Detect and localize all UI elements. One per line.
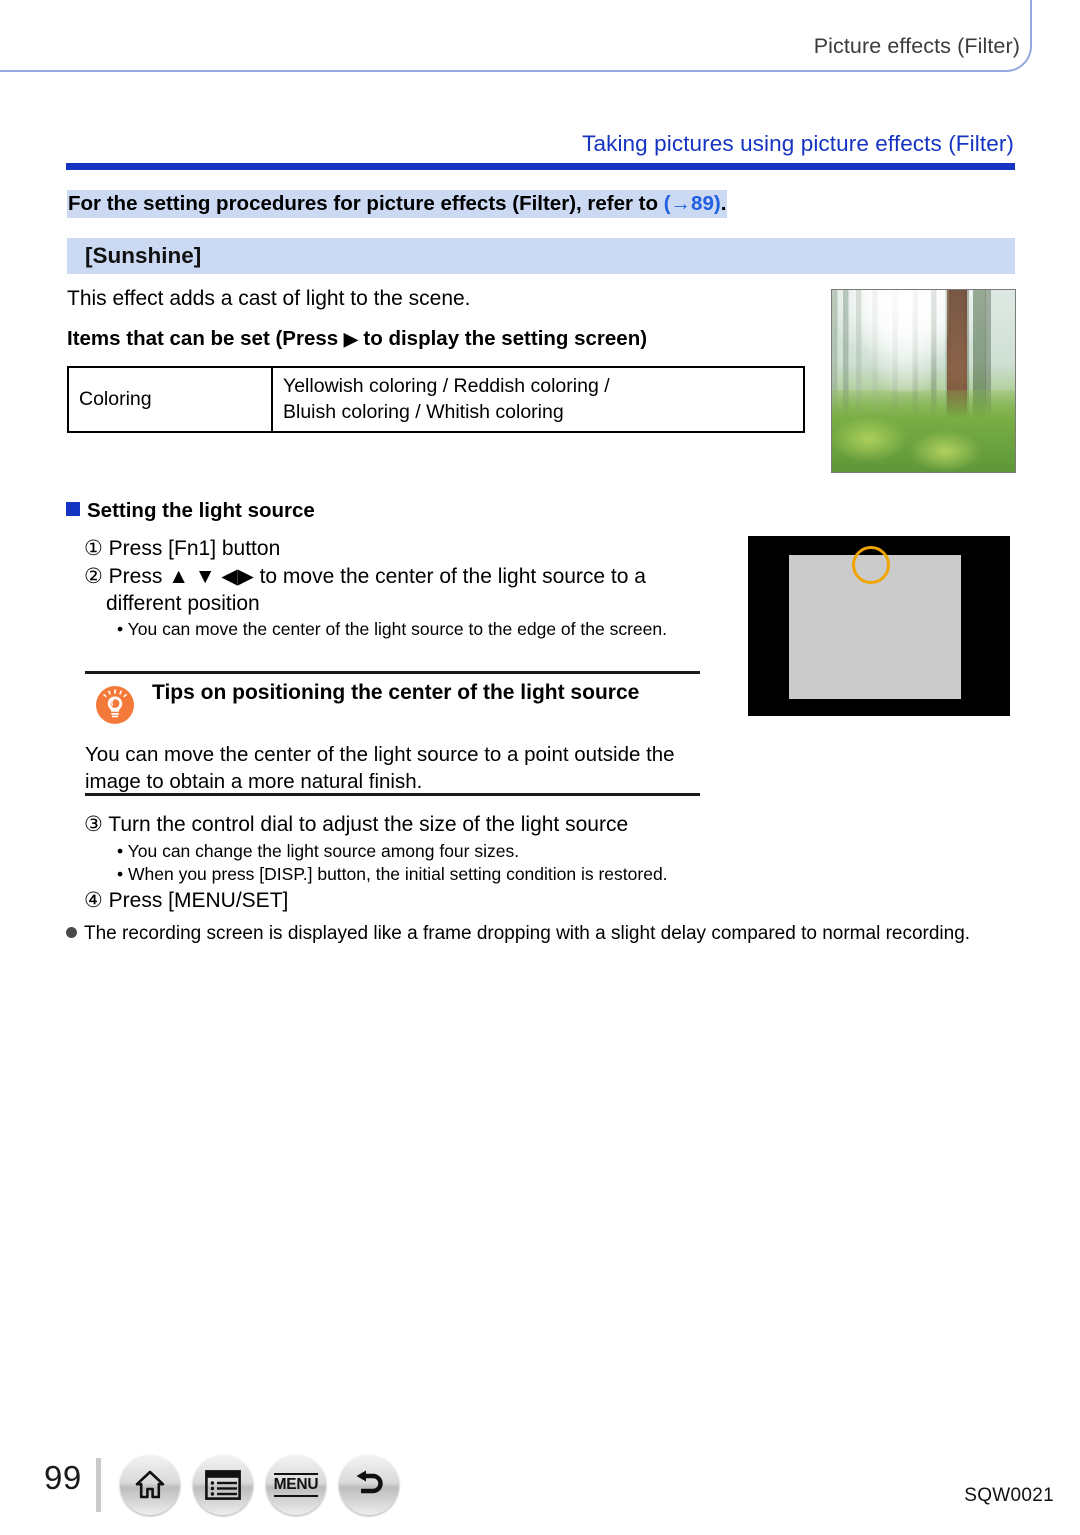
items-heading-prefix: Items that can be set (Press [67, 327, 344, 350]
note-text: The recording screen is displayed like a… [84, 923, 971, 944]
items-heading: Items that can be set (Press ▶ to displa… [67, 327, 647, 351]
direction-arrows-icon: ▲ ▼ ◀▶ [168, 565, 254, 588]
note-item: The recording screen is displayed like a… [66, 921, 1038, 947]
dot-bullet-icon [66, 927, 77, 938]
table-values-line2: Bluish coloring / Whitish coloring [283, 400, 564, 423]
home-icon[interactable] [120, 1455, 180, 1515]
photo-sunlight-glow [861, 290, 950, 392]
document-code: SQW0021 [964, 1485, 1054, 1506]
step-1: ① Press [Fn1] button [84, 537, 281, 560]
step-2: ② Press ▲ ▼ ◀▶ to move the center of the… [84, 564, 734, 618]
square-bullet-icon [66, 502, 80, 516]
step-3-bullet-2: • When you press [DISP.] button, the ini… [117, 864, 668, 884]
step-3: ③ Turn the control dial to adjust the si… [84, 813, 629, 836]
table-cell-values: Yellowish coloring / Reddish coloring / … [271, 365, 805, 434]
effect-name-bar: [Sunshine] [67, 238, 1015, 274]
menu-icon[interactable]: MENU [266, 1455, 326, 1515]
step-2-suffix: to move the center of the light source t… [253, 565, 646, 588]
camera-screen-illustration [748, 536, 1010, 716]
tip-rule-bottom [85, 793, 700, 796]
step-2-bullet: • You can move the center of the light s… [117, 619, 667, 639]
step-2-prefix: ② Press [84, 565, 169, 588]
table-row: Coloring Yellowish coloring / Reddish co… [67, 365, 805, 434]
contents-icon[interactable] [193, 1455, 253, 1515]
photo-ground-layer [832, 390, 1015, 472]
tip-rule-top [85, 671, 700, 674]
reference-line: For the setting procedures for picture e… [67, 190, 728, 218]
reference-text: For the setting procedures for picture e… [68, 192, 664, 215]
light-source-marker-icon [852, 546, 890, 584]
table-cell-item: Coloring [67, 365, 273, 434]
step-4: ④ Press [MENU/SET] [84, 889, 289, 912]
sunshine-effect-sample-photo [831, 289, 1016, 473]
footer-nav: MENU [120, 1455, 399, 1515]
reference-page-link[interactable]: (→89) [664, 192, 721, 215]
menu-icon-label: MENU [273, 1473, 319, 1497]
footer-divider [96, 1458, 101, 1512]
light-source-heading-label: Setting the light source [87, 499, 315, 522]
lightbulb-icon [96, 686, 134, 724]
back-icon[interactable] [339, 1455, 399, 1515]
tip-body: You can move the center of the light sou… [85, 743, 675, 793]
effect-description: This effect adds a cast of light to the … [67, 287, 471, 310]
items-heading-suffix: to display the setting screen) [357, 327, 648, 350]
reference-period: . [720, 192, 727, 215]
step-2-continued: different position [106, 591, 260, 615]
right-arrow-icon: ▶ [343, 329, 358, 349]
section-title: Taking pictures using picture effects (F… [582, 131, 1014, 156]
running-head: Picture effects (Filter) [813, 34, 1020, 58]
step-3-bullet-1: • You can change the light source among … [117, 841, 520, 861]
section-rule [66, 163, 1015, 170]
tip-title: Tips on positioning the center of the li… [152, 681, 640, 704]
effect-name: [Sunshine] [85, 243, 202, 268]
page-number: 99 [44, 1459, 82, 1496]
table-values-line1: Yellowish coloring / Reddish coloring / [283, 375, 610, 397]
light-source-heading: Setting the light source [66, 499, 315, 523]
settings-table: Coloring Yellowish coloring / Reddish co… [67, 365, 805, 434]
